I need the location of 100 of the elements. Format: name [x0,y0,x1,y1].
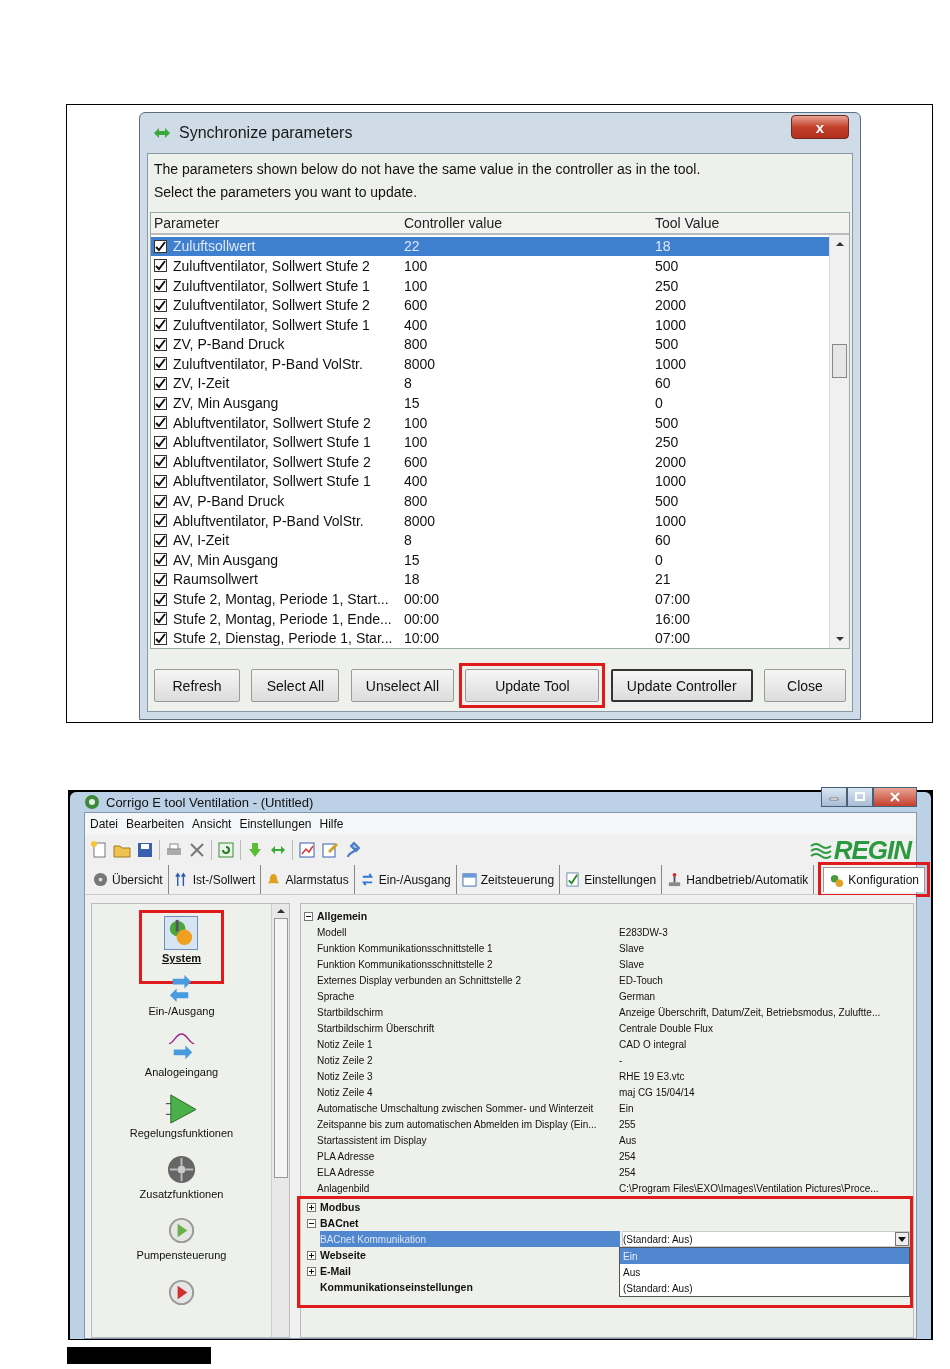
parameter-row[interactable]: Zuluftventilator, Sollwert Stufe 2 600 2000 [151,295,829,315]
expand-icon[interactable] [307,1250,316,1260]
column-header[interactable]: Controller value [401,214,652,231]
sidebar-item[interactable]: Analogeingang [144,1066,219,1078]
maximize-button[interactable] [847,787,873,807]
dialog-button[interactable]: Unselect All [350,669,454,702]
dialog-button[interactable]: Update Tool [465,669,600,702]
tab[interactable]: Ein-/Ausgang [354,865,457,894]
property-name[interactable]: Startbildschirm Überschrift [317,1022,619,1034]
group-header[interactable]: Modbus [320,1201,622,1213]
menu-item[interactable]: Datei [90,817,118,831]
parameter-row[interactable]: Abluftventilator, Sollwert Stufe 1 400 1000 [151,471,829,492]
menu-item[interactable]: Ansicht [192,817,232,831]
group-header[interactable]: BACnet [320,1217,622,1229]
collapse-icon[interactable] [304,911,313,921]
dialog-button[interactable]: Refresh [154,669,240,702]
parameter-row[interactable]: AV, I-Zeit 8 60 [151,530,829,551]
tab[interactable]: Einstellungen [560,865,663,894]
tab[interactable]: Alarmstatus [261,865,355,894]
parameter-row[interactable]: Stufe 2, Dienstag, Periode 1, Star... 10:00 07:00 [151,628,829,648]
property-name[interactable]: Automatische Umschaltung zwischen Sommer- und Winterzeit [317,1102,619,1114]
parameter-row[interactable]: Abluftventilator, P-Band VolStr. 8000 1000 [151,510,829,531]
checkbox[interactable] [154,553,167,567]
checkbox[interactable] [154,494,167,508]
checkbox[interactable] [154,572,167,586]
parameter-row[interactable]: Zuluftventilator, Sollwert Stufe 1 100 250 [151,275,829,296]
checkbox[interactable] [154,259,167,273]
parameter-row[interactable]: Zuluftventilator, P-Band VolStr. 8000 1000 [151,354,829,374]
parameter-row[interactable]: AV, Min Ausgang 15 0 [151,550,829,570]
property-name[interactable]: Startassistent im Display [317,1134,619,1146]
checkbox[interactable] [154,514,167,528]
property-name[interactable]: Notiz Zeile 4 [317,1086,619,1098]
parameter-row[interactable]: Stufe 2, Montag, Periode 1, Ende... 00:00 16:00 [151,608,829,629]
dialog-button[interactable]: Close [764,669,846,702]
dropdown-option[interactable]: (Standard: Aus) [620,1280,909,1296]
checkbox[interactable] [154,474,167,488]
expand-icon[interactable] [307,1202,316,1212]
checkbox[interactable] [154,455,167,469]
scrollbar[interactable] [829,234,849,648]
dialog-button[interactable]: Select All [251,669,340,702]
checkbox[interactable] [154,318,167,332]
menu-item[interactable]: Einstellungen [239,817,312,831]
checkbox[interactable] [154,239,167,253]
property-name[interactable]: Modell [317,926,619,938]
scrollbar[interactable] [271,904,289,1337]
checkbox[interactable] [154,396,167,410]
parameter-row[interactable]: Stufe 2, Montag, Periode 1, Start... 00:00 07:00 [151,589,829,609]
parameter-row[interactable]: Abluftventilator, Sollwert Stufe 1 100 250 [151,432,829,453]
checkbox[interactable] [154,416,167,430]
dialog-close-button[interactable]: x [791,115,849,139]
group-header[interactable]: E-Mail [320,1265,622,1277]
menu-item[interactable]: Bearbeiten [126,817,185,831]
menu-item[interactable]: Hilfe [319,817,344,831]
dropdown-option[interactable]: Aus [620,1264,909,1280]
parameter-row[interactable]: Zuluftventilator, Sollwert Stufe 2 100 500 [151,256,829,276]
property-name[interactable]: Startbildschirm [317,1006,619,1018]
property-name[interactable]: Externes Display verbunden an Schnittstelle 2 [317,974,619,986]
checkbox[interactable] [154,279,167,292]
property-name[interactable]: Notiz Zeile 2 [317,1054,619,1066]
property-name[interactable]: ELA Adresse [317,1166,619,1178]
parameter-row[interactable]: Zuluftventilator, Sollwert Stufe 1 400 1000 [151,314,829,335]
property-name[interactable]: PLA Adresse [317,1150,619,1162]
sidebar-item[interactable]: System [161,952,202,964]
group-header[interactable]: Kommunikationseinstellungen [320,1281,622,1293]
group-header[interactable]: Webseite [320,1249,622,1261]
sidebar-item[interactable]: Ein-/Ausgang [148,1005,215,1017]
parameter-row[interactable]: Raumsollwert 18 21 [151,569,829,590]
property-name[interactable]: Sprache [317,990,619,1002]
property-name[interactable]: Zeitspanne bis zum automatischen Abmelden im Display (Ein... [317,1118,619,1130]
tab[interactable]: Ist-/Sollwert [168,865,262,894]
close-button[interactable] [873,787,917,807]
tab[interactable]: Zeitsteuerung [456,865,561,894]
parameter-row[interactable]: ZV, P-Band Druck 800 500 [151,334,829,355]
column-header[interactable]: Tool Value [652,214,849,231]
group-header[interactable]: Allgemein [317,910,619,922]
sidebar-item[interactable]: Zusatzfunktionen [139,1188,224,1200]
scroll-thumb[interactable] [273,918,288,1178]
dropdown-field[interactable]: (Standard: Aus) [622,1231,910,1247]
sidebar-item[interactable]: Pumpensteuerung [136,1249,227,1261]
checkbox[interactable] [154,357,167,371]
checkbox[interactable] [154,377,167,390]
parameter-row[interactable]: AV, P-Band Druck 800 500 [151,491,829,511]
property-name[interactable]: Funktion Kommunikationsschnittstelle 2 [317,958,619,970]
minimize-button[interactable] [821,787,847,807]
checkbox[interactable] [154,592,167,606]
checkbox[interactable] [154,435,167,449]
tab[interactable]: Handbetrieb/Automatik [662,865,815,894]
collapse-icon[interactable] [307,1218,316,1228]
expand-icon[interactable] [307,1266,316,1276]
tab[interactable]: Konfiguration [823,867,926,892]
scroll-thumb[interactable] [832,344,847,379]
property-name[interactable]: Notiz Zeile 1 [317,1038,619,1050]
sidebar-item[interactable]: Regelungsfunktionen [129,1127,234,1139]
column-header[interactable]: Parameter [151,214,401,231]
tab[interactable]: Übersicht [88,865,169,894]
checkbox[interactable] [154,533,167,547]
property-name[interactable]: Funktion Kommunikationsschnittstelle 1 [317,942,619,954]
parameter-row[interactable]: ZV, Min Ausgang 15 0 [151,393,829,413]
parameter-row[interactable]: Abluftventilator, Sollwert Stufe 2 100 500 [151,412,829,433]
parameter-row[interactable]: Abluftventilator, Sollwert Stufe 2 600 2000 [151,452,829,472]
